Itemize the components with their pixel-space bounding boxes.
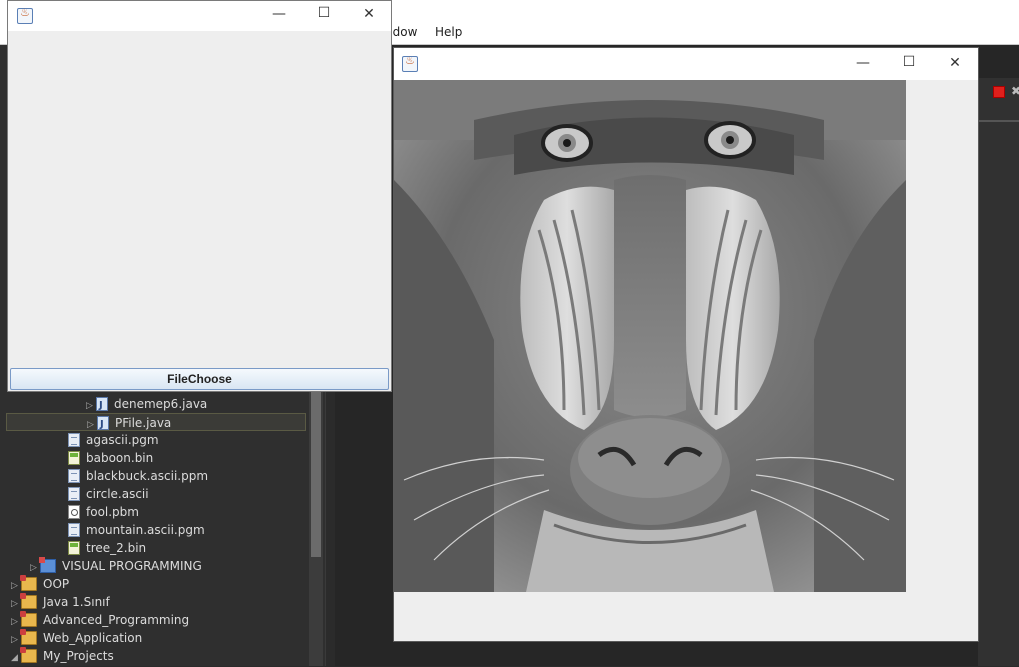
tree-item[interactable]: circle.ascii: [68, 485, 149, 503]
text-file-icon: [68, 433, 80, 447]
file-choose-window: — ☐ ✕ FileChoose: [7, 0, 392, 392]
project-icon: [20, 593, 37, 609]
tree-item[interactable]: ▷ Advanced_Programming: [11, 611, 189, 629]
tree-item[interactable]: blackbuck.ascii.ppm: [68, 467, 208, 485]
tree-item-label: blackbuck.ascii.ppm: [86, 469, 209, 483]
window-titlebar[interactable]: — ☐ ✕: [8, 1, 391, 31]
console-toolbar-divider: [978, 120, 1019, 122]
tree-item-label: PFile.java: [115, 416, 172, 430]
project-icon: [20, 611, 37, 627]
tree-item-label: OOP: [43, 577, 70, 591]
binary-file-icon: [68, 451, 80, 465]
java-app-icon: [17, 6, 33, 24]
tree-item[interactable]: baboon.bin: [68, 449, 153, 467]
close-icon[interactable]: ✕: [354, 6, 384, 22]
tree-item[interactable]: mountain.ascii.pgm: [68, 521, 205, 539]
image-viewer-window: — ☐ ✕: [394, 48, 978, 641]
tree-item-label: My_Projects: [43, 649, 114, 663]
project-icon: [20, 629, 37, 645]
baboon-image: [394, 80, 906, 592]
tree-item-label: circle.ascii: [86, 487, 149, 501]
text-file-icon: [68, 487, 80, 501]
tree-scrollbar-thumb[interactable]: [311, 392, 321, 557]
console-toolbar: [978, 78, 1019, 666]
close-icon[interactable]: ✕: [940, 55, 970, 71]
remove-launch-icon[interactable]: ✖: [1011, 84, 1019, 98]
tree-item[interactable]: fool.pbm: [68, 503, 139, 521]
tree-item-label: tree_2.bin: [86, 541, 147, 555]
maximize-icon[interactable]: ☐: [894, 54, 924, 70]
minimize-icon[interactable]: —: [264, 6, 294, 22]
tree-item-label: VISUAL PROGRAMMING: [62, 559, 202, 573]
tree-item[interactable]: ▷ Web_Application: [11, 629, 142, 647]
java-file-icon: [97, 416, 109, 434]
project-explorer: ▷denemep6.java ▷PFile.java agascii.pgm b…: [0, 392, 309, 666]
terminate-icon[interactable]: [993, 86, 1005, 98]
pane-divider[interactable]: [325, 392, 335, 666]
maximize-icon[interactable]: ☐: [309, 5, 339, 21]
tree-item[interactable]: agascii.pgm: [68, 431, 159, 449]
file-choose-button[interactable]: FileChoose: [10, 368, 389, 390]
java-app-icon: [402, 54, 418, 72]
tree-item[interactable]: ▷denemep6.java: [86, 395, 208, 415]
image-file-icon: [68, 505, 80, 519]
tree-item-label: denemep6.java: [114, 397, 208, 411]
project-icon: [39, 557, 56, 573]
menu-help[interactable]: Help: [435, 25, 462, 39]
tree-item[interactable]: ▷ VISUAL PROGRAMMING: [30, 557, 202, 575]
text-file-icon: [68, 469, 80, 483]
project-icon: [20, 575, 37, 591]
tree-item-label: Java 1.Sınıf: [43, 595, 110, 609]
tree-item-label: Web_Application: [43, 631, 143, 645]
tree-item-label: Advanced_Programming: [43, 613, 190, 627]
tree-item-label: fool.pbm: [86, 505, 139, 519]
tree-item[interactable]: tree_2.bin: [68, 539, 146, 557]
tree-item-label: baboon.bin: [86, 451, 154, 465]
window-titlebar[interactable]: — ☐ ✕: [394, 48, 978, 80]
tree-item-label: mountain.ascii.pgm: [86, 523, 205, 537]
tree-item[interactable]: ◢ My_Projects: [11, 647, 114, 665]
tree-item-selected[interactable]: ▷PFile.java: [6, 413, 306, 434]
binary-file-icon: [68, 541, 80, 555]
minimize-icon[interactable]: —: [848, 55, 878, 71]
text-file-icon: [68, 523, 80, 537]
java-file-icon: [96, 397, 108, 415]
tree-item-label: agascii.pgm: [86, 433, 159, 447]
project-icon: [20, 647, 37, 663]
tree-item[interactable]: ▷ Java 1.Sınıf: [11, 593, 110, 611]
tree-item[interactable]: ▷ OOP: [11, 575, 69, 593]
